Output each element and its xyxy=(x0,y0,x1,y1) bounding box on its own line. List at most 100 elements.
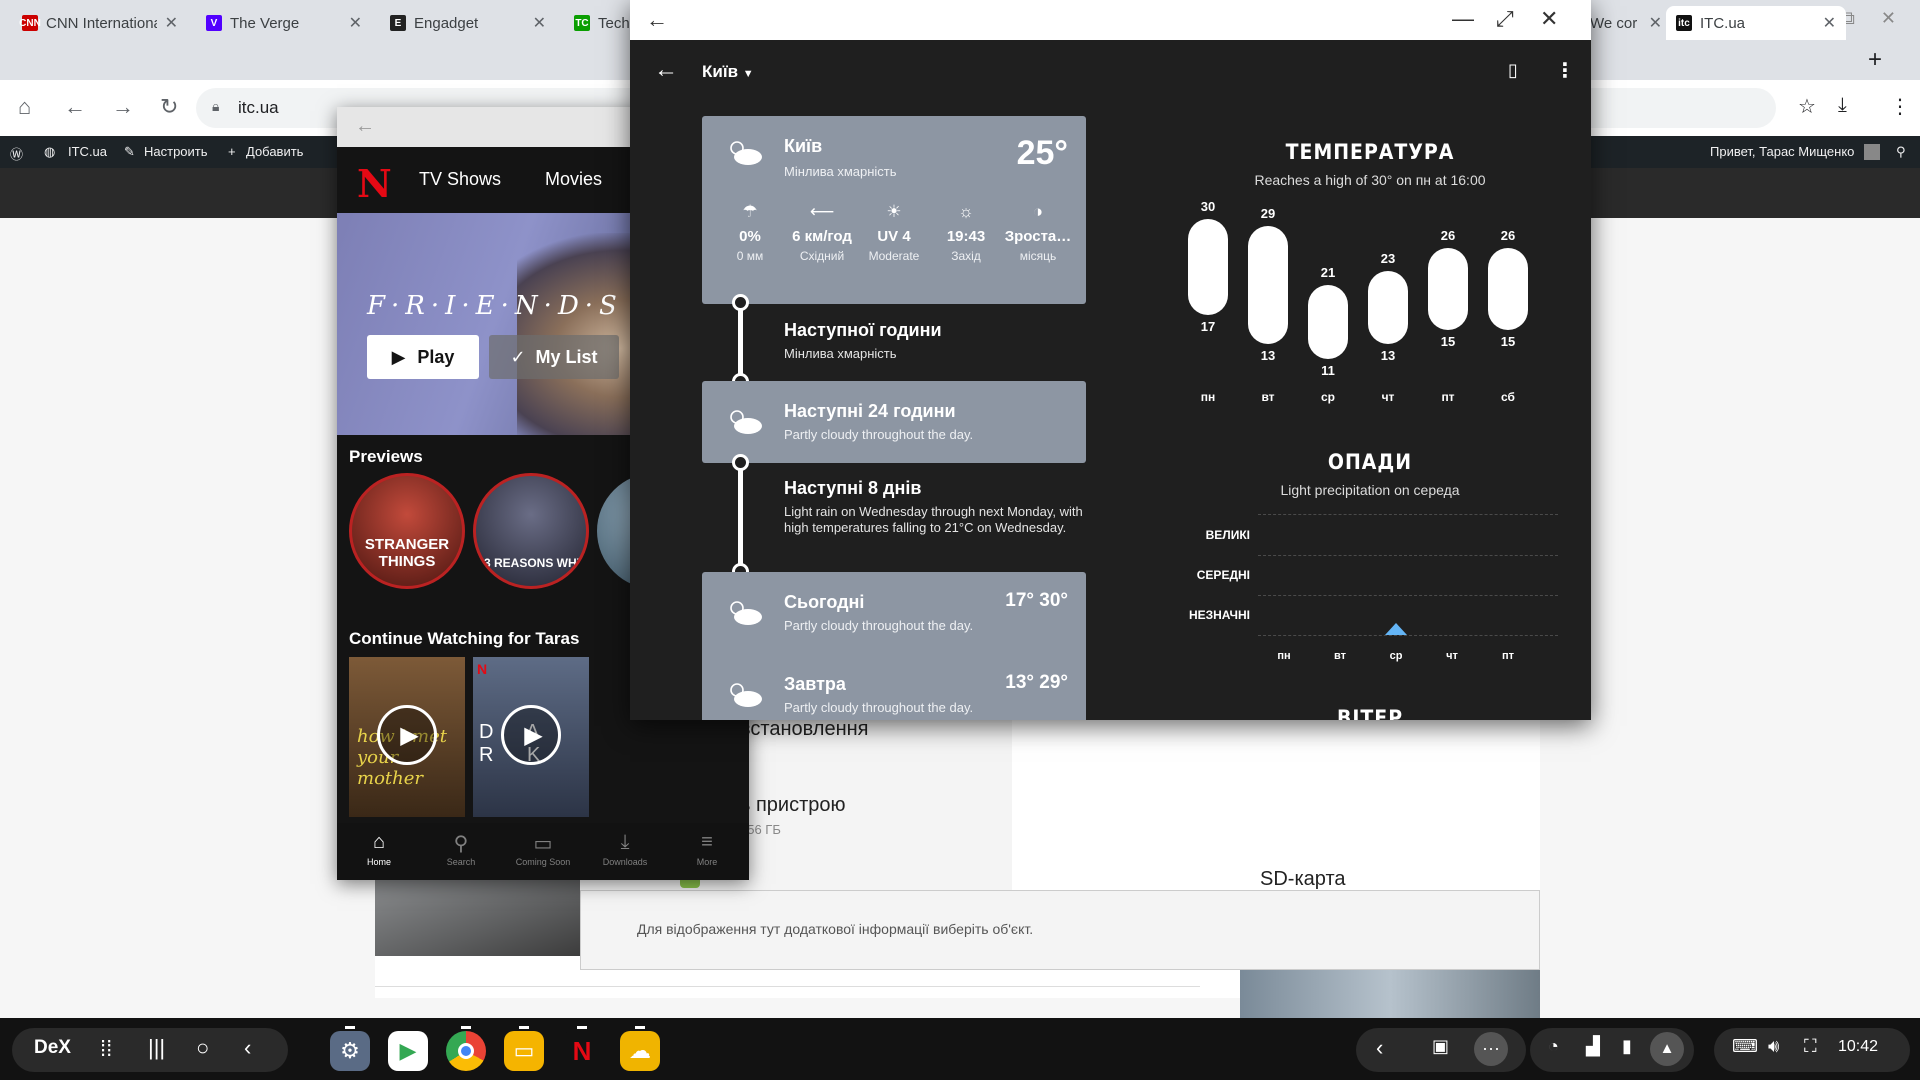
volume-icon[interactable]: 🔊︎ xyxy=(1768,1036,1779,1057)
more-icon[interactable]: ⋮ xyxy=(1555,58,1575,83)
maximize-icon[interactable]: ⤢ xyxy=(1496,6,1514,32)
current-weather-card[interactable]: Київ Мінлива хмарність 25° ☂ 0% 0 мм ⟵ 6 км… xyxy=(702,116,1086,304)
back-icon[interactable]: ← xyxy=(646,7,668,33)
next-24-card[interactable]: Наступні 24 години Partly cloudy through… xyxy=(702,381,1086,463)
settings-row[interactable]: SD-карта xyxy=(1260,868,1346,891)
tab-cnn[interactable]: CNN CNN International ✕ xyxy=(12,6,188,40)
forward-icon[interactable]: → xyxy=(112,94,134,120)
next-8-days-title[interactable]: Наступні 8 днів xyxy=(784,478,921,499)
tab-engadget[interactable]: E Engadget ✕ xyxy=(380,6,556,40)
tv-shows-link[interactable]: TV Shows xyxy=(419,169,501,190)
close-icon[interactable]: ✕ xyxy=(1540,6,1558,32)
close-tab-icon[interactable]: ✕ xyxy=(349,13,362,33)
back-icon[interactable]: ← xyxy=(64,94,86,120)
close-tab-icon[interactable]: ✕ xyxy=(1649,13,1662,33)
apps-grid-icon[interactable]: ⁞⁞ xyxy=(100,1036,112,1062)
star-icon[interactable]: ☆ xyxy=(1798,94,1816,119)
stat-sunset: ☼ 19:43 Захід xyxy=(930,202,1002,263)
next-24-title: Наступні 24 години xyxy=(784,401,956,421)
play-button[interactable]: ▶ Play xyxy=(367,335,479,379)
tab-verge[interactable]: V The Verge ✕ xyxy=(196,6,372,40)
tab-itc[interactable]: itc ITC.ua ✕ xyxy=(1666,6,1846,40)
avatar[interactable] xyxy=(1864,144,1880,160)
play-icon[interactable]: ▶ xyxy=(501,705,561,765)
tomorrow-title[interactable]: Завтра xyxy=(784,674,846,695)
close-icon[interactable]: ✕ xyxy=(1881,8,1896,29)
temp-low-label: 15 xyxy=(1440,333,1456,349)
site-link[interactable]: ITC.ua xyxy=(68,144,107,159)
close-tab-icon[interactable]: ✕ xyxy=(533,13,546,33)
preview-item[interactable]: STRANGER THINGS xyxy=(349,473,465,589)
chevron-up-icon[interactable]: ▲ xyxy=(1650,1032,1684,1066)
site-icon[interactable]: ◍ xyxy=(44,144,55,160)
search-icon[interactable]: ⚲ xyxy=(1896,144,1906,160)
menu-icon[interactable]: ⋮ xyxy=(1890,94,1910,119)
netflix-app-icon[interactable]: N xyxy=(562,1031,602,1071)
map-icon[interactable]: ▯ xyxy=(1508,60,1518,81)
sunset-icon: ☼ xyxy=(958,202,974,221)
movies-link[interactable]: Movies xyxy=(545,169,602,190)
settings-row[interactable]: встановлення xyxy=(740,718,869,741)
clock[interactable]: 10:42 xyxy=(1838,1038,1878,1056)
preview-item[interactable]: 13 REASONS WHY xyxy=(473,473,589,589)
customize-link[interactable]: Настроить xyxy=(144,144,208,159)
play-icon[interactable]: ▶ xyxy=(377,705,437,765)
recents-icon[interactable]: ||| xyxy=(148,1035,165,1061)
settings-app-icon[interactable]: ⚙ xyxy=(330,1031,370,1071)
download-icon[interactable]: ⤓ xyxy=(1838,94,1847,117)
wordpress-icon[interactable]: Ⓦ xyxy=(10,144,23,163)
continue-watching-item[interactable]: N D A R K ▶ xyxy=(473,657,589,817)
netflix-logo[interactable]: N xyxy=(357,161,392,206)
weather-app-icon[interactable]: ☁ xyxy=(620,1031,660,1071)
add-link[interactable]: Добавить xyxy=(246,144,303,159)
today-title[interactable]: Сьогодні xyxy=(784,592,864,613)
chrome-icon[interactable] xyxy=(446,1031,486,1071)
gridline xyxy=(1258,635,1558,636)
wifi-icon[interactable]: ◔ xyxy=(1548,1036,1559,1057)
gallery-icon[interactable]: ▣ xyxy=(1432,1036,1449,1057)
timeline-line xyxy=(738,462,743,572)
nav-more[interactable]: ≡ More xyxy=(677,831,737,867)
article-image[interactable] xyxy=(1240,970,1540,1018)
continue-watching-item[interactable]: how i met your mother ▶ xyxy=(349,657,465,817)
minimize-icon[interactable]: — xyxy=(1452,6,1474,32)
next-hour-title[interactable]: Наступної години xyxy=(784,320,942,341)
nav-search[interactable]: ⚲ Search xyxy=(431,831,491,867)
nav-coming-soon[interactable]: ▭ Coming Soon xyxy=(513,831,573,867)
back-icon[interactable]: ← xyxy=(355,115,375,138)
close-tab-icon[interactable]: ✕ xyxy=(165,13,178,33)
day-label: ср xyxy=(1320,390,1335,404)
close-tab-icon[interactable]: ✕ xyxy=(1823,13,1836,33)
settings-row[interactable]: ь пристрою xyxy=(740,794,846,817)
back-button-icon[interactable]: ‹ xyxy=(244,1035,251,1061)
screen-capture-icon[interactable]: ⛶ xyxy=(1804,1036,1817,1057)
article-image[interactable] xyxy=(375,880,580,956)
search-icon: ⚲ xyxy=(453,833,469,855)
battery-icon[interactable]: ▮ xyxy=(1622,1036,1632,1057)
temperature-title: ТЕМПЕРАТУРА xyxy=(1285,140,1455,164)
keyboard-icon[interactable]: ⌨ xyxy=(1732,1036,1758,1057)
my-files-icon[interactable]: ▭ xyxy=(504,1031,544,1071)
temp-bar xyxy=(1368,270,1408,345)
day-label: пт xyxy=(1441,390,1455,404)
back-icon[interactable]: ← xyxy=(654,56,678,84)
city-selector[interactable]: Київ ▼ xyxy=(702,62,754,82)
nav-downloads[interactable]: ⤓ Downloads xyxy=(595,831,655,867)
reload-icon[interactable]: ↻ xyxy=(160,94,178,120)
signal-icon[interactable]: ▟ xyxy=(1586,1036,1600,1057)
play-store-icon[interactable]: ▶ xyxy=(388,1031,428,1071)
gridline xyxy=(1258,514,1558,515)
more-icon[interactable]: ··· xyxy=(1474,1032,1508,1066)
new-tab-button[interactable]: + xyxy=(1868,46,1882,74)
chevron-left-icon[interactable]: ‹ xyxy=(1376,1035,1383,1061)
continue-watching-heading: Continue Watching for Taras xyxy=(349,629,580,648)
home-icon[interactable]: ⌂ xyxy=(18,94,31,120)
lock-icon: 🔒︎ xyxy=(212,98,220,114)
dex-button[interactable]: DeX xyxy=(34,1037,71,1059)
my-list-button[interactable]: ✓ My List xyxy=(489,335,619,379)
home-button-icon[interactable]: ○ xyxy=(196,1035,209,1061)
nav-home[interactable]: ⌂ Home xyxy=(349,831,409,867)
greeting-text[interactable]: Привет, Тарас Мищенко xyxy=(1710,144,1854,159)
next-8-days-desc: Light rain on Wednesday through next Mon… xyxy=(784,504,1083,535)
tab-we[interactable]: We cor ✕ xyxy=(1580,6,1672,40)
